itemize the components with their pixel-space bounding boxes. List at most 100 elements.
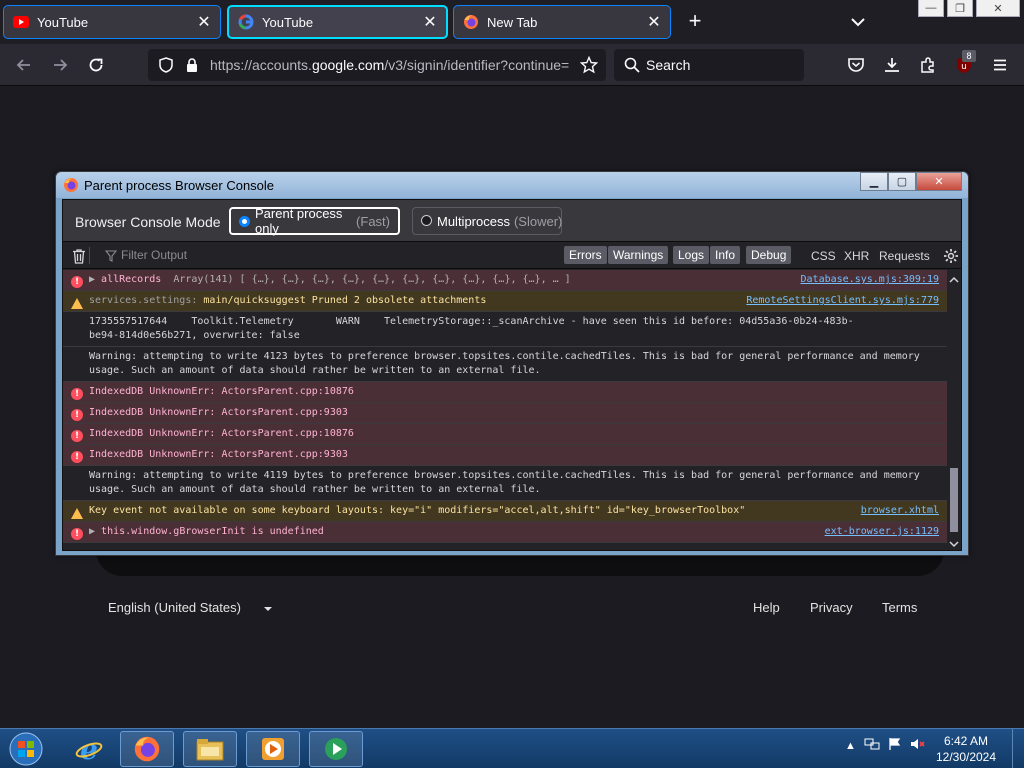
- console-close-icon[interactable]: ✕: [916, 172, 962, 191]
- message-text: IndexedDB UnknownErr: ActorsParent.cpp:9…: [89, 407, 348, 418]
- console-maximize-icon[interactable]: ▢: [888, 172, 916, 191]
- error-icon: !: [71, 430, 83, 442]
- message-source-link[interactable]: RemoteSettingsClient.sys.mjs:779: [746, 295, 939, 306]
- window-controls: — ❐ ✕: [918, 0, 1022, 18]
- filter-debug-toggle[interactable]: Debug: [746, 246, 792, 264]
- console-message-log[interactable]: Warning: attempting to write 4119 bytes …: [63, 466, 947, 501]
- message-text: services.settings: main/quicksuggest Pru…: [89, 295, 486, 306]
- network-icon[interactable]: [864, 737, 880, 754]
- tab-close-icon[interactable]: ✕: [196, 14, 212, 31]
- filter-output-input[interactable]: Filter Output: [121, 248, 187, 262]
- terms-link[interactable]: Terms: [882, 600, 917, 615]
- url-domain: google.com: [311, 57, 385, 73]
- list-all-tabs-icon[interactable]: [848, 12, 868, 32]
- console-titlebar[interactable]: Parent process Browser Console ▁ ▢ ✕: [56, 172, 968, 198]
- maximize-icon[interactable]: ❐: [947, 0, 973, 17]
- console-settings-gear-icon[interactable]: [943, 248, 959, 264]
- start-button[interactable]: [4, 730, 48, 768]
- message-text: Key event not available on some keyboard…: [89, 505, 746, 516]
- taskbar-file-explorer-icon[interactable]: [183, 731, 237, 767]
- console-message-error[interactable]: ! IndexedDB UnknownErr: ActorsParent.cpp…: [63, 445, 947, 466]
- console-message-error[interactable]: ! ▶ this.window.gBrowserInit is undefine…: [63, 522, 947, 543]
- filter-logs-toggle[interactable]: Logs: [673, 246, 710, 264]
- extensions-puzzle-icon[interactable]: [916, 53, 940, 77]
- message-line-2: usage. Such an amount of data should rat…: [89, 365, 541, 376]
- console-message-error[interactable]: ! IndexedDB UnknownErr: ActorsParent.cpp…: [63, 403, 947, 424]
- scroll-down-icon[interactable]: [949, 536, 959, 548]
- console-filter-bar: Filter Output Errors Warnings Logs Info …: [63, 242, 961, 269]
- search-icon: [620, 53, 644, 77]
- address-bar[interactable]: https://accounts.google.com/v3/signin/id…: [148, 49, 606, 81]
- bookmark-star-icon[interactable]: [577, 53, 601, 77]
- error-icon: !: [71, 451, 83, 463]
- forward-icon[interactable]: [48, 53, 72, 77]
- mode-parent-process-radio[interactable]: Parent process only (Fast): [229, 206, 400, 236]
- tab-youtube-1[interactable]: YouTube ✕: [3, 5, 221, 39]
- language-dropdown-icon[interactable]: [262, 602, 274, 614]
- downloads-icon[interactable]: [880, 53, 904, 77]
- action-center-flag-icon[interactable]: [888, 737, 902, 754]
- message-text: IndexedDB UnknownErr: ActorsParent.cpp:9…: [89, 449, 348, 460]
- help-link[interactable]: Help: [753, 600, 780, 615]
- console-panel: Browser Console Mode Parent process only…: [62, 199, 962, 551]
- reload-icon[interactable]: [84, 53, 108, 77]
- error-icon: !: [71, 409, 83, 421]
- message-text: IndexedDB UnknownErr: ActorsParent.cpp:1…: [89, 386, 354, 397]
- internet-explorer-icon[interactable]: e: [66, 731, 112, 767]
- navigation-toolbar: https://accounts.google.com/v3/signin/id…: [0, 44, 1024, 86]
- console-scrollbar[interactable]: [947, 270, 961, 550]
- tab-close-icon[interactable]: ✕: [646, 14, 662, 31]
- tab-close-icon[interactable]: ✕: [422, 14, 438, 31]
- show-hidden-icons-icon[interactable]: ▲: [845, 740, 856, 752]
- taskbar-clock[interactable]: 6:42 AM 12/30/2024: [924, 733, 1008, 765]
- privacy-link[interactable]: Privacy: [810, 600, 853, 615]
- console-message-warning[interactable]: services.settings: main/quicksuggest Pru…: [63, 291, 947, 312]
- firefox-icon: [463, 14, 479, 30]
- tab-new-tab[interactable]: New Tab ✕: [453, 5, 671, 39]
- taskbar-media-player-icon[interactable]: [246, 731, 300, 767]
- new-tab-button[interactable]: +: [684, 10, 706, 33]
- filter-errors-toggle[interactable]: Errors: [564, 246, 607, 264]
- console-message-warning[interactable]: Key event not available on some keyboard…: [63, 501, 947, 522]
- console-message-log[interactable]: Warning: attempting to write 4123 bytes …: [63, 347, 947, 382]
- url-text: https://accounts.google.com/v3/signin/id…: [210, 57, 574, 73]
- message-object-preview[interactable]: Array(141) [ {…}, {…}, {…}, {…}, {…}, {……: [173, 274, 570, 285]
- filter-requests-toggle[interactable]: Requests: [879, 249, 930, 263]
- tab-youtube-2[interactable]: YouTube ✕: [227, 5, 448, 39]
- filter-info-toggle[interactable]: Info: [710, 246, 741, 264]
- search-bar[interactable]: Search: [614, 49, 804, 81]
- taskbar-media-center-icon[interactable]: [309, 731, 363, 767]
- console-message-error[interactable]: ! IndexedDB UnknownErr: ActorsParent.cpp…: [63, 382, 947, 403]
- firefox-icon: [63, 177, 79, 193]
- filter-warnings-toggle[interactable]: Warnings: [608, 246, 669, 264]
- pocket-icon[interactable]: [844, 53, 868, 77]
- console-mode-bar: Browser Console Mode Parent process only…: [63, 200, 961, 242]
- mode-multi-label: Multiprocess: [437, 213, 510, 229]
- app-menu-hamburger-icon[interactable]: [988, 53, 1012, 77]
- clear-console-trash-icon[interactable]: [71, 248, 87, 264]
- console-mode-label: Browser Console Mode: [75, 214, 221, 230]
- filter-css-toggle[interactable]: CSS: [811, 249, 836, 263]
- close-window-icon[interactable]: ✕: [976, 0, 1020, 17]
- message-source-link[interactable]: Database.sys.mjs:309:19: [801, 274, 939, 285]
- message-prefix: services.settings:: [89, 295, 198, 306]
- tracking-protection-shield-icon[interactable]: [154, 53, 178, 77]
- console-message-log[interactable]: 1735557517644 Toolkit.Telemetry WARN Tel…: [63, 312, 947, 347]
- console-message-error[interactable]: ! ▶ allRecords Array(141) [ {…}, {…}, {……: [63, 270, 947, 291]
- message-source-link[interactable]: ext-browser.js:1129: [825, 526, 939, 537]
- console-message-error[interactable]: ! IndexedDB UnknownErr: ActorsParent.cpp…: [63, 424, 947, 445]
- youtube-icon: [13, 14, 29, 30]
- minimize-icon[interactable]: —: [918, 0, 944, 17]
- console-minimize-icon[interactable]: ▁: [860, 172, 888, 191]
- lock-icon[interactable]: [180, 53, 204, 77]
- message-source-link[interactable]: browser.xhtml: [861, 505, 939, 516]
- scroll-up-icon[interactable]: [949, 272, 959, 283]
- show-desktop-button[interactable]: [1012, 729, 1024, 768]
- message-main: main/quicksuggest Pruned 2 obsolete atta…: [203, 295, 487, 306]
- filter-xhr-toggle[interactable]: XHR: [844, 249, 869, 263]
- language-selector[interactable]: English (United States): [108, 600, 241, 615]
- mode-multiprocess-radio[interactable]: Multiprocess (Slower): [412, 207, 562, 235]
- scrollbar-thumb[interactable]: [950, 468, 958, 532]
- taskbar-firefox-icon[interactable]: [120, 731, 174, 767]
- back-icon[interactable]: [12, 53, 36, 77]
